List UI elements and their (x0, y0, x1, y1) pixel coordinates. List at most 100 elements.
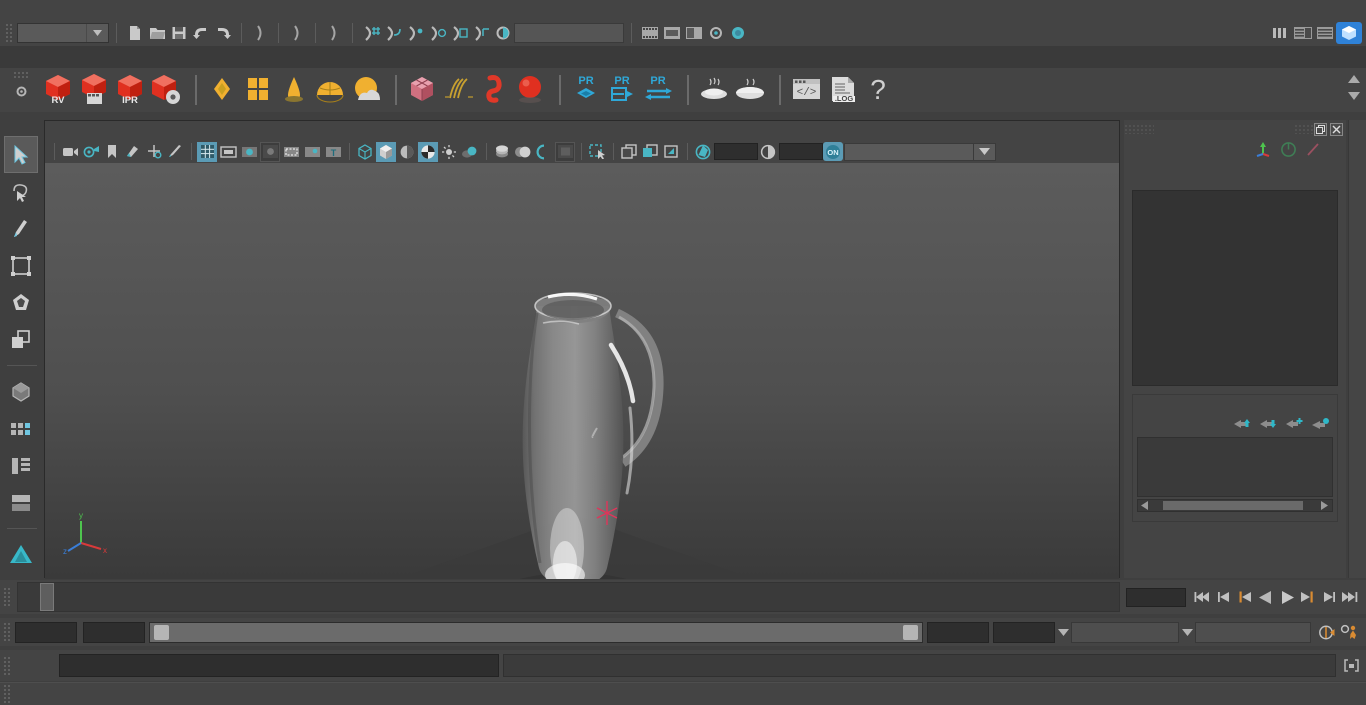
snap-to-grid-icon[interactable] (360, 22, 382, 44)
menu-set-selector[interactable] (17, 23, 109, 43)
shelf-btn-redshift-material[interactable] (206, 72, 239, 108)
time-cursor[interactable] (40, 583, 54, 611)
toggle-tool-settings-icon[interactable] (1336, 22, 1362, 44)
command-input[interactable] (59, 654, 499, 677)
shelf-btn-redshift-pr-transfer[interactable]: PR (642, 72, 675, 108)
snap-to-uv-icon[interactable] (470, 22, 492, 44)
gate-mask-icon[interactable] (260, 141, 280, 162)
render-settings-icon[interactable] (705, 22, 727, 44)
multisample-aa-icon[interactable] (534, 142, 554, 162)
create-layer-from-selected-icon[interactable] (1312, 417, 1329, 433)
range-bar-grip[interactable] (3, 622, 12, 642)
undock-icon[interactable] (1314, 122, 1327, 136)
shelf-btn-redshift-pr-export[interactable]: PR (606, 72, 639, 108)
range-slider[interactable] (149, 621, 923, 643)
live-surface-field[interactable] (514, 23, 624, 43)
current-frame-field[interactable] (1126, 587, 1186, 607)
film-gate-icon[interactable] (218, 142, 238, 162)
shelf-btn-redshift-bake-2[interactable] (734, 72, 767, 108)
resolution-gate-icon[interactable] (239, 142, 259, 162)
toggle-modeling-toolkit-icon[interactable] (1270, 22, 1292, 44)
shelf-btn-redshift-material-blender[interactable] (242, 72, 275, 108)
smooth-shade-all-icon[interactable] (376, 141, 396, 162)
time-slider[interactable] (17, 582, 1120, 612)
character-set-dropdown-icon[interactable] (1179, 622, 1195, 643)
panel-grip[interactable] (1124, 124, 1154, 134)
close-icon[interactable] (1330, 122, 1343, 136)
shelf-btn-redshift-dome-light[interactable] (314, 72, 347, 108)
step-back-frame-icon[interactable] (1235, 588, 1254, 607)
ipr-render-icon[interactable] (683, 22, 705, 44)
shaded-wireframe-icon[interactable] (397, 142, 417, 162)
color-management-toggle[interactable]: ON (823, 142, 843, 161)
shelf-btn-redshift-proxy[interactable] (406, 72, 439, 108)
hypershade-icon[interactable] (727, 22, 749, 44)
anim-layer-dropdown-icon[interactable] (1055, 622, 1071, 643)
grid-icon[interactable] (197, 141, 217, 162)
attribute-editor-icon[interactable] (1280, 141, 1297, 161)
time-slider-grip[interactable] (3, 587, 12, 607)
use-all-lights-icon[interactable] (439, 142, 459, 162)
toggle-channel-box-icon[interactable] (1314, 22, 1336, 44)
shelf-btn-redshift-help[interactable]: ? (862, 72, 895, 108)
bookmarks-icon[interactable] (102, 142, 122, 162)
four-view-layout[interactable] (4, 410, 38, 447)
shelf-btn-redshift-render-sequence[interactable] (78, 72, 111, 108)
move-layer-down-icon[interactable] (1260, 417, 1277, 433)
image-plane-icon[interactable] (123, 142, 143, 162)
viewport-canvas[interactable]: y x z (45, 163, 1119, 579)
select-camera-icon[interactable] (60, 142, 80, 162)
xray-icon[interactable] (619, 142, 639, 162)
shelf-btn-redshift-render-view[interactable]: RV (42, 72, 75, 108)
layer-list-scrollbar[interactable] (1137, 499, 1333, 512)
rotate-tool[interactable] (4, 284, 38, 321)
shelf-btn-redshift-hair[interactable] (442, 72, 475, 108)
exposure-field[interactable] (714, 143, 758, 160)
gamma-field[interactable] (779, 143, 823, 160)
shelf-btn-redshift-physical-sun[interactable] (350, 72, 383, 108)
select-tool[interactable] (4, 136, 38, 173)
show-render-view-icon[interactable] (639, 22, 661, 44)
textured-icon[interactable] (418, 141, 438, 162)
script-editor-icon[interactable] (1340, 655, 1362, 677)
character-set-selector[interactable] (1195, 621, 1311, 643)
lasso-select-tool[interactable] (4, 173, 38, 210)
depth-of-field-icon[interactable] (555, 141, 575, 162)
safe-action-icon[interactable] (302, 142, 322, 162)
persp-graph-editor-layout[interactable] (4, 484, 38, 521)
move-tool[interactable] (4, 247, 38, 284)
go-to-start-icon[interactable] (1193, 588, 1212, 607)
scrollbar-thumb[interactable] (1163, 501, 1303, 510)
help-line-grip[interactable] (3, 684, 12, 704)
animation-start-field[interactable] (15, 621, 77, 643)
status-line-grip[interactable] (5, 23, 14, 43)
animation-preferences-icon[interactable] (1338, 621, 1360, 643)
shelf-scroll-down-icon[interactable] (1348, 89, 1360, 103)
exposure-icon[interactable] (693, 142, 713, 162)
panel-grip-right[interactable] (1294, 124, 1314, 134)
snap-to-curve-icon[interactable] (382, 22, 404, 44)
range-slider-end-handle[interactable] (903, 624, 918, 640)
command-line-grip[interactable] (3, 655, 12, 676)
auto-keyframe-icon[interactable] (1316, 621, 1338, 643)
scale-tool[interactable] (4, 321, 38, 358)
shelf-btn-redshift-ipr[interactable]: IPR (114, 72, 147, 108)
playback-end-field[interactable] (927, 621, 989, 643)
chevron-down-icon[interactable] (86, 24, 108, 42)
shelf-btn-redshift-script-editor[interactable]: </> (790, 72, 823, 108)
shelf-btn-redshift-light-ies[interactable] (278, 72, 311, 108)
persp-outliner-layout[interactable] (4, 447, 38, 484)
paint-select-tool[interactable] (4, 210, 38, 247)
field-chart-icon[interactable] (281, 142, 301, 162)
shelf-btn-redshift-bake-1[interactable] (698, 72, 731, 108)
modeling-toolkit-icon[interactable] (1255, 141, 1272, 161)
playback-start-field[interactable] (83, 621, 145, 643)
shelf-options-icon[interactable] (10, 80, 32, 102)
go-to-end-icon[interactable] (1340, 588, 1359, 607)
shelf-btn-redshift-sphere[interactable] (514, 72, 547, 108)
two-d-pan-zoom-icon[interactable] (144, 142, 164, 162)
range-slider-start-handle[interactable] (154, 624, 169, 640)
snap-to-point-icon[interactable] (404, 22, 426, 44)
xray-active-components-icon[interactable] (661, 142, 681, 162)
safe-title-icon[interactable]: T (323, 142, 343, 162)
